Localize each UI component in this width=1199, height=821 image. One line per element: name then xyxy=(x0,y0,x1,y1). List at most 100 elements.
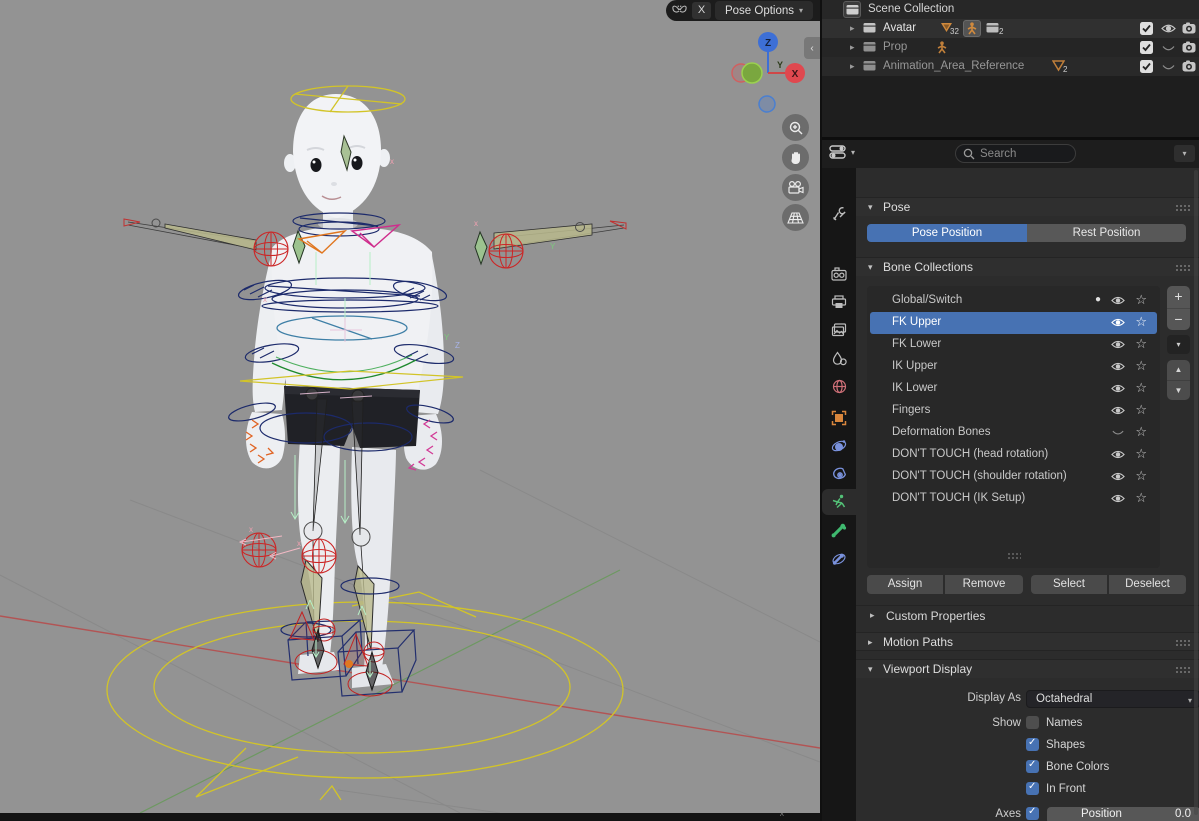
visibility-eye-icon[interactable] xyxy=(1111,449,1125,463)
panel-grip[interactable] xyxy=(1175,666,1191,673)
panel-grip[interactable] xyxy=(1175,639,1191,646)
solo-star-icon[interactable]: ☆ xyxy=(1135,468,1147,484)
select-button[interactable]: Select xyxy=(1031,575,1108,594)
expand-caret-icon[interactable]: ^ xyxy=(780,813,784,821)
tab-scene[interactable] xyxy=(822,345,856,371)
outliner-row-animation-area[interactable]: ▸ Animation_Area_Reference 2 xyxy=(822,57,1199,76)
visibility-eye-icon[interactable] xyxy=(1111,339,1125,353)
character-mesh[interactable] xyxy=(246,94,444,688)
visibility-eye-icon[interactable] xyxy=(1111,471,1125,485)
x-mirror-icon[interactable] xyxy=(671,3,688,22)
search-input[interactable]: Search xyxy=(955,144,1076,163)
visibility-eye-closed-icon[interactable] xyxy=(1111,427,1125,441)
bone-collection-row[interactable]: FK Lower ☆ xyxy=(870,334,1157,356)
orthographic-grid-button[interactable] xyxy=(782,204,809,231)
pose-position-button[interactable]: Pose Position xyxy=(867,224,1027,242)
bone-collections-panel-header[interactable]: ▾ Bone Collections xyxy=(856,257,1199,276)
bone-collection-row[interactable]: Global/Switch ● ☆ xyxy=(870,290,1157,312)
rest-position-button[interactable]: Rest Position xyxy=(1027,224,1186,242)
eye-closed-icon[interactable] xyxy=(1161,44,1176,56)
panel-grip[interactable] xyxy=(1175,204,1191,211)
render-camera-icon[interactable] xyxy=(1182,41,1196,56)
expander-icon[interactable]: ▸ xyxy=(850,23,855,34)
move-down-button[interactable]: ▼ xyxy=(1167,380,1190,400)
bone-collection-row-selected[interactable]: FK Upper ☆ xyxy=(870,312,1157,334)
motion-paths-panel-header[interactable]: ▸ Motion Paths xyxy=(856,632,1199,651)
remove-button[interactable]: Remove xyxy=(945,575,1023,594)
solo-star-icon[interactable]: ☆ xyxy=(1135,292,1147,308)
tab-world[interactable] xyxy=(822,373,856,399)
eye-closed-icon[interactable] xyxy=(1161,63,1176,75)
pose-options-dropdown[interactable]: Pose Options ▾ xyxy=(715,1,813,20)
move-up-button[interactable]: ▲ xyxy=(1167,360,1190,380)
solo-star-icon[interactable]: ☆ xyxy=(1135,402,1147,418)
mirror-x-button[interactable]: X xyxy=(692,2,711,19)
names-checkbox[interactable] xyxy=(1026,716,1039,729)
visibility-eye-icon[interactable] xyxy=(1111,383,1125,397)
bone-collection-row[interactable]: IK Upper ☆ xyxy=(870,356,1157,378)
deselect-button[interactable]: Deselect xyxy=(1109,575,1186,594)
bone-collection-row[interactable]: Fingers ☆ xyxy=(870,400,1157,422)
solo-star-icon[interactable]: ☆ xyxy=(1135,380,1147,396)
shapes-checkbox[interactable] xyxy=(1026,738,1039,751)
selectable-checkbox[interactable] xyxy=(1140,22,1153,38)
render-camera-icon[interactable] xyxy=(1182,22,1196,37)
tab-output[interactable] xyxy=(822,289,856,315)
3d-viewport[interactable]: x x Y Y Z x x x X Pose xyxy=(0,0,820,813)
tab-view-layer[interactable] xyxy=(822,317,856,343)
bone-collection-row[interactable]: DON'T TOUCH (IK Setup) ☆ xyxy=(870,488,1157,510)
bone-colors-checkbox[interactable] xyxy=(1026,760,1039,773)
tab-armature-data[interactable] xyxy=(822,489,856,515)
solo-star-icon[interactable]: ☆ xyxy=(1135,424,1147,440)
tab-bone[interactable] xyxy=(822,517,856,543)
axes-position-slider[interactable]: Position 0.0 xyxy=(1047,807,1199,821)
outliner-row-avatar[interactable]: ▸ Avatar 32 2 xyxy=(822,19,1199,38)
in-front-checkbox[interactable] xyxy=(1026,782,1039,795)
timeline-edge[interactable]: ^ xyxy=(0,813,820,821)
bone-collection-row[interactable]: IK Lower ☆ xyxy=(870,378,1157,400)
render-camera-icon[interactable] xyxy=(1182,60,1196,75)
solo-star-icon[interactable]: ☆ xyxy=(1135,490,1147,506)
selectable-checkbox[interactable] xyxy=(1140,60,1153,76)
tab-physics[interactable] xyxy=(822,433,856,459)
visibility-eye-icon[interactable] xyxy=(1111,295,1125,309)
solo-star-icon[interactable]: ☆ xyxy=(1135,314,1147,330)
selectable-checkbox[interactable] xyxy=(1140,41,1153,57)
tab-object[interactable] xyxy=(822,405,856,431)
visibility-eye-icon[interactable] xyxy=(1111,405,1125,419)
add-button[interactable]: + xyxy=(1167,286,1190,308)
bone-collection-row[interactable]: Deformation Bones ☆ xyxy=(870,422,1157,444)
assign-button[interactable]: Assign xyxy=(867,575,944,594)
tab-tool[interactable] xyxy=(822,201,856,227)
solo-star-icon[interactable]: ☆ xyxy=(1135,336,1147,352)
tab-bone-constraints[interactable] xyxy=(822,545,856,571)
visibility-eye-icon[interactable] xyxy=(1111,361,1125,375)
display-as-dropdown[interactable]: Octahedral ▾ xyxy=(1026,690,1199,708)
custom-properties-header[interactable]: ▸ Custom Properties xyxy=(856,605,1199,625)
solo-star-icon[interactable]: ☆ xyxy=(1135,358,1147,374)
axes-checkbox[interactable] xyxy=(1026,807,1039,820)
camera-view-button[interactable] xyxy=(782,174,809,201)
editor-type-button[interactable]: ▾ xyxy=(829,144,855,160)
viewport-scene[interactable]: x x Y Y Z x x x xyxy=(0,0,820,813)
bone-collection-row[interactable]: DON'T TOUCH (shoulder rotation) ☆ xyxy=(870,466,1157,488)
eye-icon[interactable] xyxy=(1161,23,1176,37)
panel-grip[interactable] xyxy=(1175,264,1191,271)
visibility-eye-icon[interactable] xyxy=(1111,493,1125,507)
list-specials-menu[interactable]: ▾ xyxy=(1167,335,1190,354)
scrollbar[interactable] xyxy=(1194,170,1198,815)
visibility-eye-icon[interactable] xyxy=(1111,317,1125,331)
expander-icon[interactable]: ▸ xyxy=(850,61,855,72)
outliner-row-scene-collection[interactable]: Scene Collection xyxy=(822,0,1199,19)
zoom-button[interactable] xyxy=(782,114,809,141)
tab-render[interactable] xyxy=(822,261,856,287)
outliner-row-prop[interactable]: ▸ Prop xyxy=(822,38,1199,57)
bone-collection-row[interactable]: DON'T TOUCH (head rotation) ☆ xyxy=(870,444,1157,466)
tab-object-constraints[interactable] xyxy=(822,461,856,487)
remove-button[interactable]: − xyxy=(1167,308,1190,330)
pan-hand-button[interactable] xyxy=(782,144,809,171)
filter-dropdown-button[interactable]: ▾ xyxy=(1174,145,1195,162)
expander-icon[interactable]: ▸ xyxy=(850,42,855,53)
viewport-display-panel-header[interactable]: ▾ Viewport Display xyxy=(856,659,1199,678)
pose-panel-header[interactable]: ▾ Pose xyxy=(856,197,1199,216)
